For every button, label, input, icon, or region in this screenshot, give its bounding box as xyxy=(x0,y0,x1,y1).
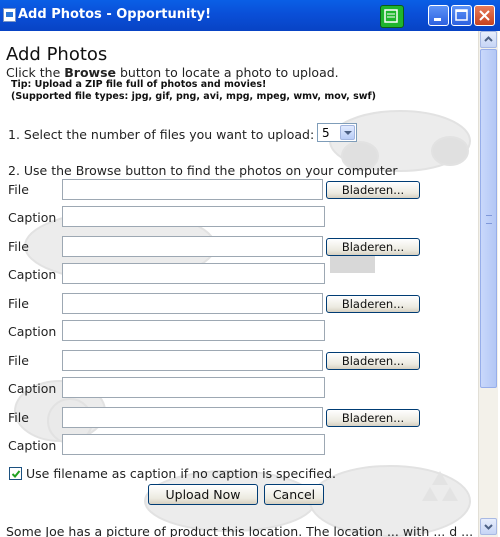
caption-input-5[interactable] xyxy=(62,434,325,455)
scroll-up-button[interactable] xyxy=(480,31,497,48)
caption-label: Caption xyxy=(8,267,57,282)
page-heading: Add Photos xyxy=(6,44,108,65)
step2-label: 2. Use the Browse button to find the pho… xyxy=(8,163,398,178)
file-input-2[interactable] xyxy=(62,236,323,257)
file-count-value: 5 xyxy=(322,126,330,140)
upload-now-button[interactable]: Upload Now xyxy=(148,484,258,505)
file-label: File xyxy=(8,239,29,254)
file-label: File xyxy=(8,353,29,368)
browse-button-3[interactable]: Bladeren... xyxy=(326,295,420,313)
browse-button-2[interactable]: Bladeren... xyxy=(326,238,420,256)
file-label: File xyxy=(8,182,29,197)
green-toolbar-icon[interactable] xyxy=(380,5,404,28)
chevron-down-icon xyxy=(484,524,493,530)
scroll-down-button[interactable] xyxy=(480,518,497,535)
vertical-scrollbar[interactable] xyxy=(478,31,498,537)
file-label: File xyxy=(8,410,29,425)
tip-text: Tip: Upload a ZIP file full of photos an… xyxy=(11,79,377,102)
caption-input-2[interactable] xyxy=(62,263,325,284)
file-count-select[interactable]: 5 xyxy=(317,123,357,142)
caption-label: Caption xyxy=(8,438,57,453)
file-input-4[interactable] xyxy=(62,350,323,371)
file-label: File xyxy=(8,296,29,311)
minimize-button[interactable] xyxy=(428,5,449,26)
window-client-area: Add Photos Click the Browse button to lo… xyxy=(0,31,500,537)
file-input-5[interactable] xyxy=(62,407,323,428)
window-title: Add Photos - Opportunity! xyxy=(18,7,212,22)
scrollbar-thumb[interactable] xyxy=(480,49,497,388)
browse-button-4[interactable]: Bladeren... xyxy=(326,352,420,370)
caption-input-3[interactable] xyxy=(62,320,325,341)
caption-input-4[interactable] xyxy=(62,377,325,398)
grip-icon xyxy=(486,215,492,224)
cut-off-text: Some Joe has a picture of product this l… xyxy=(6,524,474,537)
step1-label: 1. Select the number of files you want t… xyxy=(8,127,315,142)
caption-label: Caption xyxy=(8,324,57,339)
window-icon xyxy=(3,8,16,22)
caption-label: Caption xyxy=(8,381,57,396)
title-bar: Add Photos - Opportunity! xyxy=(0,0,500,31)
chevron-up-icon xyxy=(484,36,493,42)
file-input-3[interactable] xyxy=(62,293,323,314)
cancel-button[interactable]: Cancel xyxy=(264,484,324,505)
intro-text: Click the Browse button to locate a phot… xyxy=(6,65,339,80)
car-watermark-background xyxy=(14,110,471,537)
checkmark-icon xyxy=(11,470,21,478)
file-input-1[interactable] xyxy=(62,179,323,200)
caption-label: Caption xyxy=(8,210,57,225)
maximize-button[interactable] xyxy=(451,5,472,26)
browse-button-1[interactable]: Bladeren... xyxy=(326,181,420,199)
use-filename-checkbox[interactable] xyxy=(9,467,22,480)
use-filename-label: Use filename as caption if no caption is… xyxy=(26,466,337,481)
browse-button-5[interactable]: Bladeren... xyxy=(326,409,420,427)
close-button[interactable] xyxy=(474,5,495,26)
caption-input-1[interactable] xyxy=(62,206,325,227)
chevron-down-icon[interactable] xyxy=(340,125,355,140)
